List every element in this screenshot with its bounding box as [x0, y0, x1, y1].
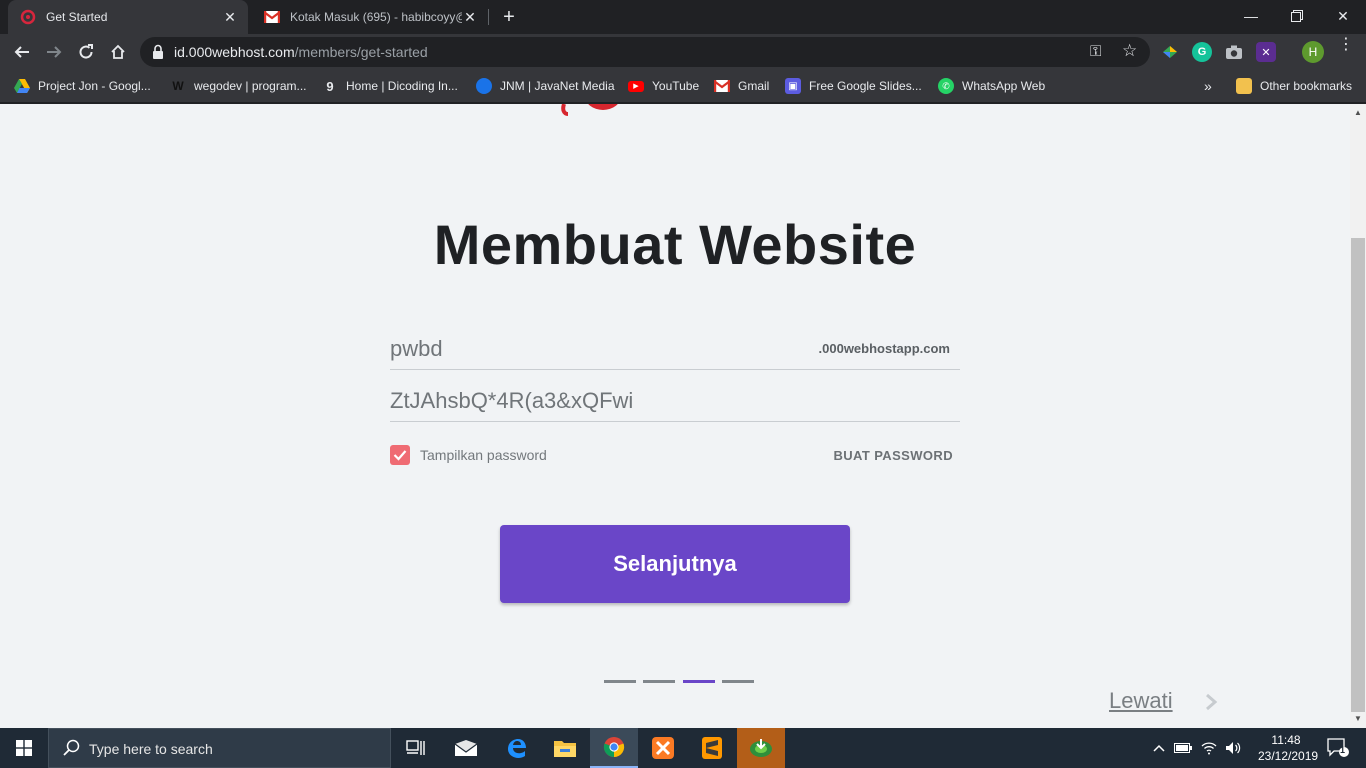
tab-get-started[interactable]: Get Started ✕	[8, 0, 248, 34]
tab-separator	[488, 9, 489, 25]
wegodev-icon: W	[172, 79, 184, 93]
chrome-taskbar-icon[interactable]	[590, 728, 638, 768]
notification-center-icon[interactable]: 1	[1318, 728, 1358, 768]
checkmark-icon	[393, 450, 407, 461]
tab-close-icon[interactable]: ✕	[462, 9, 478, 25]
xampp-icon[interactable]	[639, 728, 687, 768]
tab-strip: Get Started ✕ Kotak Masuk (695) - habibc…	[0, 0, 1366, 34]
google-drive-icon	[14, 78, 30, 94]
edge-browser-icon[interactable]	[492, 728, 540, 768]
bookmark-star-icon[interactable]: ☆	[1122, 41, 1137, 61]
dicoding-icon: 9	[326, 78, 334, 94]
profile-avatar[interactable]: H	[1302, 41, 1324, 63]
website-name-field[interactable]: pwbd .000webhostapp.com	[390, 332, 960, 370]
scroll-down-icon[interactable]: ▼	[1350, 712, 1366, 726]
whatsapp-icon: ✆	[938, 78, 954, 94]
extension-x-icon[interactable]: ✕	[1256, 42, 1276, 62]
windows-taskbar: Type here to search 11:48 23/12/2019 1	[0, 728, 1366, 768]
domain-suffix: .000webhostapp.com	[818, 341, 950, 356]
generate-password-button[interactable]: BUAT PASSWORD	[833, 448, 953, 463]
bookmark-project-jon[interactable]: Project Jon - Googl...	[14, 77, 151, 95]
battery-icon[interactable]	[1172, 728, 1194, 768]
close-window-icon[interactable]: ✕	[1320, 0, 1366, 32]
slides-icon: ▣	[785, 78, 801, 94]
browser-toolbar: id.000webhost.com/members/get-started ⚿ …	[0, 34, 1366, 70]
password-input[interactable]: ZtJAhsbQ*4R(a3&xQFwi	[390, 388, 633, 414]
show-password-label[interactable]: Tampilkan password	[420, 447, 547, 463]
website-name-input[interactable]: pwbd	[390, 336, 443, 362]
restore-icon[interactable]	[1274, 0, 1320, 32]
scrollbar-thumb[interactable]	[1351, 238, 1365, 712]
bookmark-dicoding[interactable]: 9 Home | Dicoding In...	[322, 77, 457, 95]
bookmark-gmail[interactable]: Gmail	[714, 77, 769, 95]
scroll-up-icon[interactable]: ▲	[1350, 106, 1366, 120]
home-icon[interactable]	[106, 40, 130, 64]
youtube-icon: ▶	[628, 80, 644, 92]
bookmark-wegodev[interactable]: W wegodev | program...	[170, 77, 306, 95]
000webhost-logo-icon	[561, 104, 618, 116]
page-title: Membuat Website	[433, 213, 917, 276]
windows-start-icon[interactable]	[0, 728, 48, 768]
bookmark-youtube[interactable]: ▶ YouTube	[628, 77, 699, 95]
grammarly-icon[interactable]: G	[1192, 42, 1212, 62]
mail-icon[interactable]	[442, 728, 490, 768]
bookmark-jnm[interactable]: JNM | JavaNet Media	[476, 77, 615, 95]
new-tab-icon[interactable]: +	[498, 6, 520, 28]
show-hidden-icons-chevron-icon[interactable]	[1150, 728, 1168, 768]
step-dot-4	[722, 680, 754, 683]
bookmark-whatsapp[interactable]: ✆ WhatsApp Web	[938, 77, 1045, 95]
address-bar[interactable]: id.000webhost.com/members/get-started ⚿ …	[140, 37, 1150, 67]
tab-title: Kotak Masuk (695) - habibcoyy@	[290, 10, 462, 24]
clock-time: 11:48	[1271, 733, 1301, 747]
bookmarks-bar: Project Jon - Googl... W wegodev | progr…	[0, 70, 1366, 103]
step-indicator	[604, 680, 754, 684]
bookmark-free-google-slides[interactable]: ▣ Free Google Slides...	[785, 77, 922, 95]
internet-download-manager-icon[interactable]	[737, 728, 785, 768]
chrome-menu-icon[interactable]: ⋮	[1338, 37, 1354, 53]
search-placeholder: Type here to search	[89, 741, 213, 757]
bookmarks-overflow-icon[interactable]: »	[1204, 77, 1212, 95]
key-icon[interactable]: ⚿	[1090, 43, 1101, 60]
000webhost-favicon-icon	[20, 9, 36, 25]
folder-icon	[1236, 78, 1252, 94]
back-icon[interactable]	[10, 40, 34, 64]
jnm-icon	[476, 78, 492, 94]
tab-gmail[interactable]: Kotak Masuk (695) - habibcoyy@ ✕	[252, 0, 488, 34]
step-dot-2	[643, 680, 675, 683]
url-text: id.000webhost.com/members/get-started	[174, 44, 428, 60]
gmail-icon	[714, 78, 730, 94]
gmail-favicon-icon	[264, 9, 280, 25]
step-dot-1	[604, 680, 636, 683]
page-content: Membuat Website pwbd .000webhostapp.com …	[0, 104, 1350, 728]
lock-icon	[152, 44, 164, 60]
step-dot-3-current	[683, 680, 715, 683]
file-explorer-icon[interactable]	[541, 728, 589, 768]
notification-count: 1	[1340, 745, 1346, 755]
next-button[interactable]: Selanjutnya	[500, 525, 850, 603]
reload-icon[interactable]	[74, 40, 98, 64]
search-icon	[63, 739, 80, 756]
volume-icon[interactable]	[1222, 728, 1244, 768]
tab-title: Get Started	[46, 10, 108, 24]
task-view-icon[interactable]	[392, 728, 440, 768]
minimize-icon[interactable]: —	[1228, 0, 1274, 32]
show-password-row: Tampilkan password BUAT PASSWORD	[390, 445, 960, 467]
clock-date: 23/12/2019	[1258, 749, 1319, 763]
extension-maps-icon[interactable]	[1160, 42, 1180, 62]
forward-icon[interactable]	[42, 40, 66, 64]
show-password-checkbox[interactable]	[390, 445, 410, 465]
sublime-text-icon[interactable]	[688, 728, 736, 768]
other-bookmarks[interactable]: Other bookmarks	[1236, 77, 1352, 95]
page-scrollbar[interactable]: ▲ ▼	[1350, 104, 1366, 728]
skip-link[interactable]: Lewati	[1109, 688, 1173, 714]
tab-close-icon[interactable]: ✕	[222, 9, 238, 25]
chevron-right-icon[interactable]	[1203, 692, 1219, 712]
taskbar-search[interactable]: Type here to search	[48, 728, 391, 768]
camera-extension-icon[interactable]	[1224, 42, 1244, 62]
wifi-icon[interactable]	[1198, 728, 1220, 768]
system-clock[interactable]: 11:48 23/12/2019	[1258, 732, 1319, 764]
password-field[interactable]: ZtJAhsbQ*4R(a3&xQFwi	[390, 384, 960, 422]
